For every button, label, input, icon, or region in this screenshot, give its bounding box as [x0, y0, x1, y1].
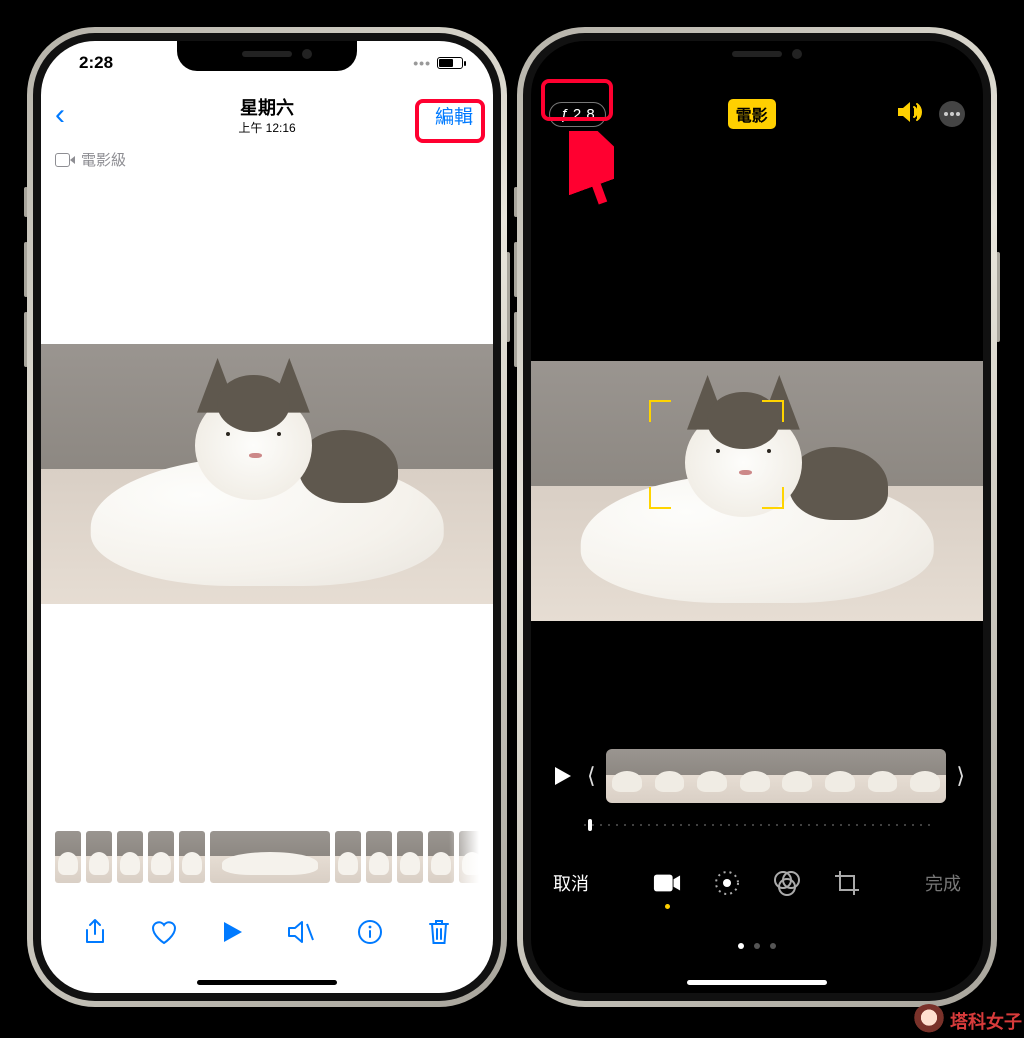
depth-scrubber[interactable]	[581, 815, 933, 835]
photos-detail-screen: 2:28 ••• ‹ 星期六 上午 12:16 編輯	[41, 41, 493, 993]
crop-tab-icon[interactable]	[833, 869, 861, 897]
annotation-arrow-icon	[569, 131, 614, 211]
aperture-button[interactable]: ƒ2.8	[549, 102, 606, 127]
aperture-value: 2.8	[573, 106, 595, 123]
cinematic-mode-chip[interactable]: 電影	[728, 99, 776, 129]
filters-tab-icon[interactable]	[773, 869, 801, 897]
edit-preview[interactable]	[531, 361, 983, 621]
cinematic-label: 電影級	[81, 149, 126, 170]
bottom-toolbar	[41, 907, 493, 957]
back-button[interactable]: ‹	[55, 98, 65, 132]
delete-button[interactable]	[425, 918, 453, 946]
adjust-tab-icon[interactable]	[713, 869, 741, 897]
nav-subtitle: 上午 12:16	[238, 119, 295, 136]
video-edit-screen: ƒ2.8 電影	[531, 41, 983, 993]
share-button[interactable]	[81, 918, 109, 946]
play-button[interactable]	[219, 918, 247, 946]
info-button[interactable]	[356, 918, 384, 946]
mute-button[interactable]	[287, 918, 315, 946]
focus-indicator[interactable]	[649, 400, 785, 509]
done-button[interactable]: 完成	[925, 870, 961, 896]
status-time: 2:28	[79, 53, 113, 73]
edit-button[interactable]: 編輯	[429, 100, 479, 131]
trim-handle-left[interactable]: ⟨	[587, 763, 596, 789]
cancel-button[interactable]: 取消	[553, 870, 589, 896]
trim-handle-right[interactable]: ⟩	[956, 763, 965, 789]
more-options-button[interactable]	[939, 101, 965, 127]
phone-left: 2:28 ••• ‹ 星期六 上午 12:16 編輯	[27, 27, 507, 1007]
video-camera-icon	[55, 153, 75, 167]
thumbnail-strip[interactable]	[55, 831, 479, 883]
edit-pager	[738, 943, 776, 949]
nav-bar: ‹ 星期六 上午 12:16 編輯	[41, 85, 493, 145]
media-preview[interactable]	[41, 344, 493, 604]
volume-button[interactable]	[897, 101, 925, 128]
timeline-play-button[interactable]	[549, 762, 577, 790]
home-indicator[interactable]	[197, 980, 337, 985]
notch	[667, 41, 847, 71]
cinematic-badge: 電影級	[41, 145, 493, 174]
video-timeline[interactable]: ⟨ ⟩	[549, 749, 965, 803]
nav-title: 星期六	[238, 94, 295, 120]
status-extra-icon: •••	[413, 55, 431, 71]
home-indicator[interactable]	[687, 980, 827, 985]
battery-icon	[437, 57, 463, 69]
notch	[177, 41, 357, 71]
timeline-frames[interactable]	[606, 749, 947, 803]
video-tab-icon[interactable]	[653, 869, 681, 897]
favorite-button[interactable]	[150, 918, 178, 946]
phone-right: ƒ2.8 電影	[517, 27, 997, 1007]
edit-toolbar: 取消 完	[531, 853, 983, 913]
